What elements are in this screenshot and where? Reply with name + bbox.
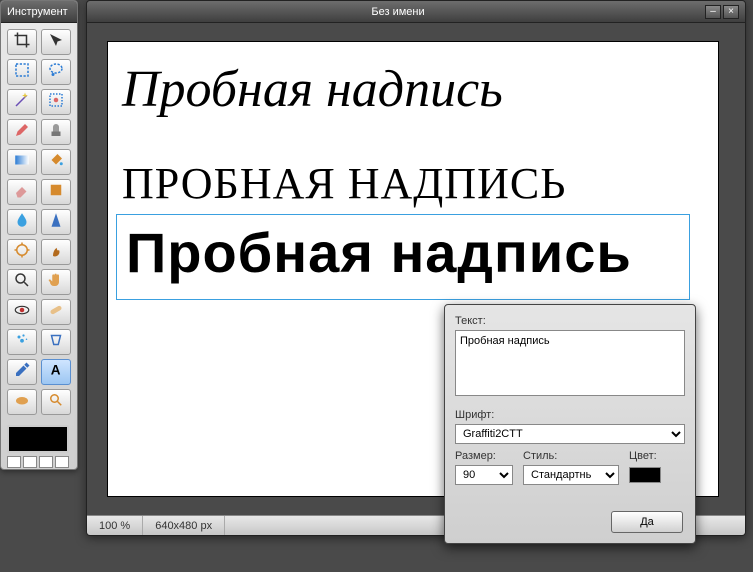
swatch-mini[interactable]	[55, 456, 69, 468]
search-tool[interactable]	[41, 389, 71, 415]
sponge-tool[interactable]	[7, 389, 37, 415]
sharpen-icon	[47, 211, 65, 234]
crop-icon	[13, 31, 31, 54]
swatch-mini[interactable]	[7, 456, 21, 468]
ok-button[interactable]: Да	[611, 511, 683, 533]
color-select-tool[interactable]	[41, 89, 71, 115]
gradient-icon	[13, 151, 31, 174]
shape-icon	[47, 181, 65, 204]
toolbox-titlebar[interactable]: Инструмент	[1, 1, 77, 23]
perspective-icon	[47, 331, 65, 354]
zoom-icon	[13, 271, 31, 294]
hand-tool[interactable]	[41, 269, 71, 295]
search-icon	[47, 391, 65, 414]
lasso-tool[interactable]	[41, 59, 71, 85]
redeye-tool[interactable]	[7, 299, 37, 325]
color-swatch-area	[1, 421, 77, 470]
magic-wand-tool[interactable]	[7, 89, 37, 115]
airbrush-icon	[13, 331, 31, 354]
blur-tool[interactable]	[7, 209, 37, 235]
swatch-history	[7, 456, 71, 468]
font-label: Шрифт:	[455, 409, 685, 421]
gradient-tool[interactable]	[7, 149, 37, 175]
text-color-swatch[interactable]	[629, 467, 661, 483]
dodge-icon	[13, 241, 31, 264]
document-title: Без имени	[93, 1, 703, 23]
color-select-icon	[47, 91, 65, 114]
style-label: Стиль:	[523, 450, 619, 462]
foreground-color-swatch[interactable]	[7, 425, 69, 453]
swatch-mini[interactable]	[23, 456, 37, 468]
redeye-icon	[13, 301, 31, 324]
document-titlebar[interactable]: Без имени – ×	[87, 1, 745, 23]
size-label: Размер:	[455, 450, 513, 462]
healing-tool[interactable]	[41, 299, 71, 325]
eraser-tool[interactable]	[7, 179, 37, 205]
font-select[interactable]: Graffiti2CTT	[455, 424, 685, 444]
sample-text-graffiti[interactable]: Пробная надпись	[126, 220, 686, 285]
text-input[interactable]	[455, 330, 685, 396]
airbrush-tool[interactable]	[7, 329, 37, 355]
blur-icon	[13, 211, 31, 234]
sample-text-script: Пробная надпись	[122, 60, 682, 119]
text-label: Текст:	[455, 315, 685, 327]
tool-grid: A	[1, 23, 77, 421]
text-icon: A	[47, 361, 65, 384]
style-select[interactable]: Стандартнь	[523, 465, 619, 485]
sponge-icon	[13, 391, 31, 414]
pencil-icon	[13, 121, 31, 144]
text-tool[interactable]: A	[41, 359, 71, 385]
lasso-icon	[47, 61, 65, 84]
clone-stamp-icon	[47, 121, 65, 144]
text-tool-dialog[interactable]: Текст: Шрифт: Graffiti2CTT Размер: 90 Ст…	[444, 304, 696, 544]
svg-text:A: A	[51, 362, 61, 377]
dodge-tool[interactable]	[7, 239, 37, 265]
eyedropper-tool[interactable]	[7, 359, 37, 385]
move-icon	[47, 31, 65, 54]
bucket-fill-icon	[47, 151, 65, 174]
zoom-level[interactable]: 100 %	[87, 516, 143, 535]
swatch-mini[interactable]	[39, 456, 53, 468]
eraser-icon	[13, 181, 31, 204]
toolbox-panel: Инструмент A	[0, 0, 78, 470]
pencil-tool[interactable]	[7, 119, 37, 145]
hand-icon	[47, 271, 65, 294]
crop-tool[interactable]	[7, 29, 37, 55]
close-button[interactable]: ×	[723, 5, 739, 19]
sharpen-tool[interactable]	[41, 209, 71, 235]
rect-select-icon	[13, 61, 31, 84]
eyedropper-icon	[13, 361, 31, 384]
healing-icon	[47, 301, 65, 324]
bucket-fill-tool[interactable]	[41, 149, 71, 175]
magic-wand-icon	[13, 91, 31, 114]
move-tool[interactable]	[41, 29, 71, 55]
rect-select-tool[interactable]	[7, 59, 37, 85]
burn-icon	[47, 241, 65, 264]
shape-tool[interactable]	[41, 179, 71, 205]
zoom-tool[interactable]	[7, 269, 37, 295]
clone-stamp-tool[interactable]	[41, 119, 71, 145]
canvas-dimensions: 640x480 px	[143, 516, 225, 535]
perspective-tool[interactable]	[41, 329, 71, 355]
minimize-button[interactable]: –	[705, 5, 721, 19]
size-select[interactable]: 90	[455, 465, 513, 485]
sample-text-serif: ПРОБНАЯ НАДПИСЬ	[122, 158, 682, 209]
toolbox-title: Инструмент	[7, 1, 68, 23]
burn-tool[interactable]	[41, 239, 71, 265]
color-label: Цвет:	[629, 450, 685, 462]
